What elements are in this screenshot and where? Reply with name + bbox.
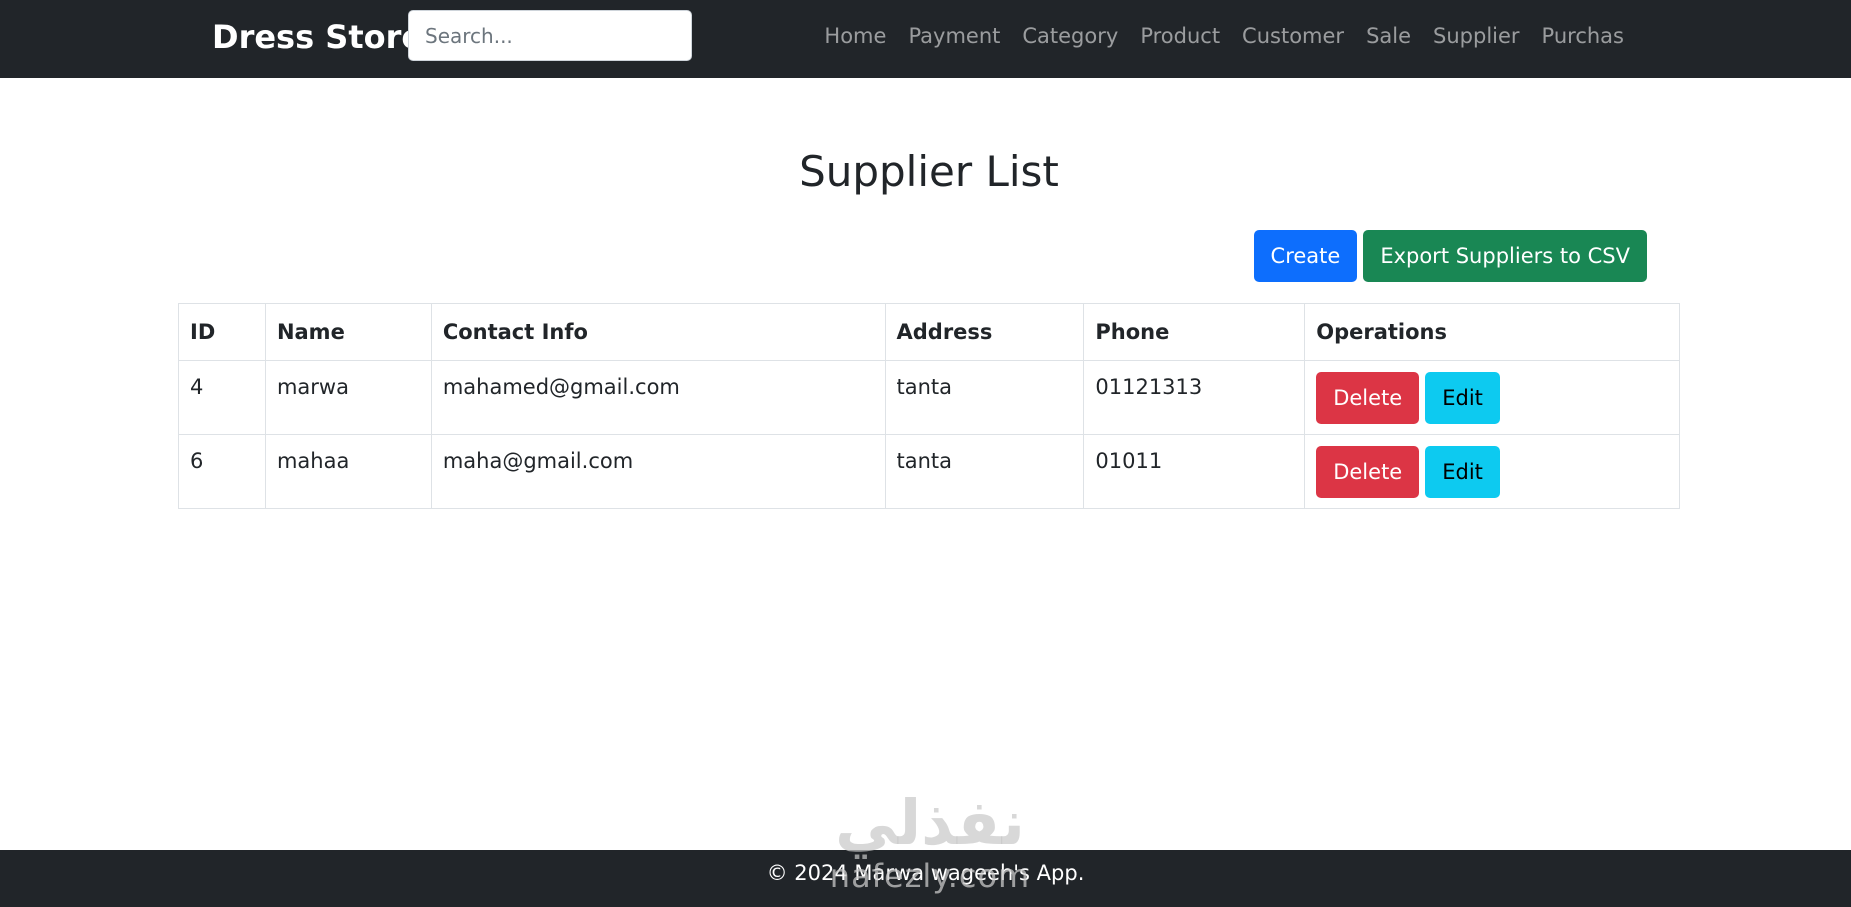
nav-link-category[interactable]: Category [1011, 24, 1129, 48]
footer-text: © 2024 Marwa wageeh's App. [766, 861, 1085, 885]
navbar: Dress Store Home Payment Category Produc… [0, 0, 1851, 78]
cell-id: 4 [178, 360, 266, 435]
nav-link-payment[interactable]: Payment [897, 24, 1011, 48]
export-csv-button[interactable]: Export Suppliers to CSV [1363, 230, 1647, 282]
cell-contact-info: mahamed@gmail.com [430, 360, 886, 435]
table-header-row: ID Name Contact Info Address Phone Opera… [178, 303, 1680, 361]
cell-id: 6 [178, 434, 266, 509]
cell-phone: 01011 [1083, 434, 1306, 509]
column-header-contact-info: Contact Info [430, 303, 886, 361]
cell-name: marwa [264, 360, 432, 435]
nav-link-sale[interactable]: Sale [1355, 24, 1422, 48]
nav-link-purchas[interactable]: Purchas [1531, 24, 1635, 48]
create-button[interactable]: Create [1253, 230, 1358, 282]
table-row: 6 mahaa maha@gmail.com tanta 01011 Delet… [178, 434, 1680, 509]
cell-operations: Delete Edit [1304, 360, 1680, 435]
column-header-operations: Operations [1304, 303, 1680, 361]
cell-address: tanta [884, 360, 1085, 435]
column-header-id: ID [178, 303, 266, 361]
table-body: 4 marwa mahamed@gmail.com tanta 01121313… [178, 360, 1680, 509]
nav-link-product[interactable]: Product [1129, 24, 1231, 48]
brand-logo[interactable]: Dress Store [212, 14, 423, 60]
edit-button[interactable]: Edit [1425, 372, 1500, 424]
nav-links: Home Payment Category Product Customer S… [813, 0, 1635, 72]
cell-phone: 01121313 [1083, 360, 1306, 435]
footer: © 2024 Marwa wageeh's App. [0, 850, 1851, 907]
cell-operations: Delete Edit [1304, 434, 1680, 509]
column-header-address: Address [884, 303, 1085, 361]
delete-button[interactable]: Delete [1316, 372, 1420, 424]
page-title: Supplier List [799, 147, 1059, 196]
nav-link-home[interactable]: Home [813, 24, 897, 48]
column-header-name: Name [264, 303, 432, 361]
action-buttons: Create Export Suppliers to CSV [1253, 230, 1647, 282]
cell-contact-info: maha@gmail.com [430, 434, 886, 509]
watermark-logo-arabic: نفذلي [835, 786, 1025, 859]
edit-button[interactable]: Edit [1425, 446, 1500, 498]
cell-address: tanta [884, 434, 1085, 509]
delete-button[interactable]: Delete [1316, 446, 1420, 498]
table-row: 4 marwa mahamed@gmail.com tanta 01121313… [178, 360, 1680, 435]
nav-link-supplier[interactable]: Supplier [1422, 24, 1531, 48]
search-input[interactable] [408, 10, 692, 61]
cell-name: mahaa [264, 434, 432, 509]
nav-link-customer[interactable]: Customer [1231, 24, 1355, 48]
table-header: ID Name Contact Info Address Phone Opera… [178, 303, 1680, 361]
column-header-phone: Phone [1083, 303, 1306, 361]
supplier-table: ID Name Contact Info Address Phone Opera… [178, 303, 1680, 509]
